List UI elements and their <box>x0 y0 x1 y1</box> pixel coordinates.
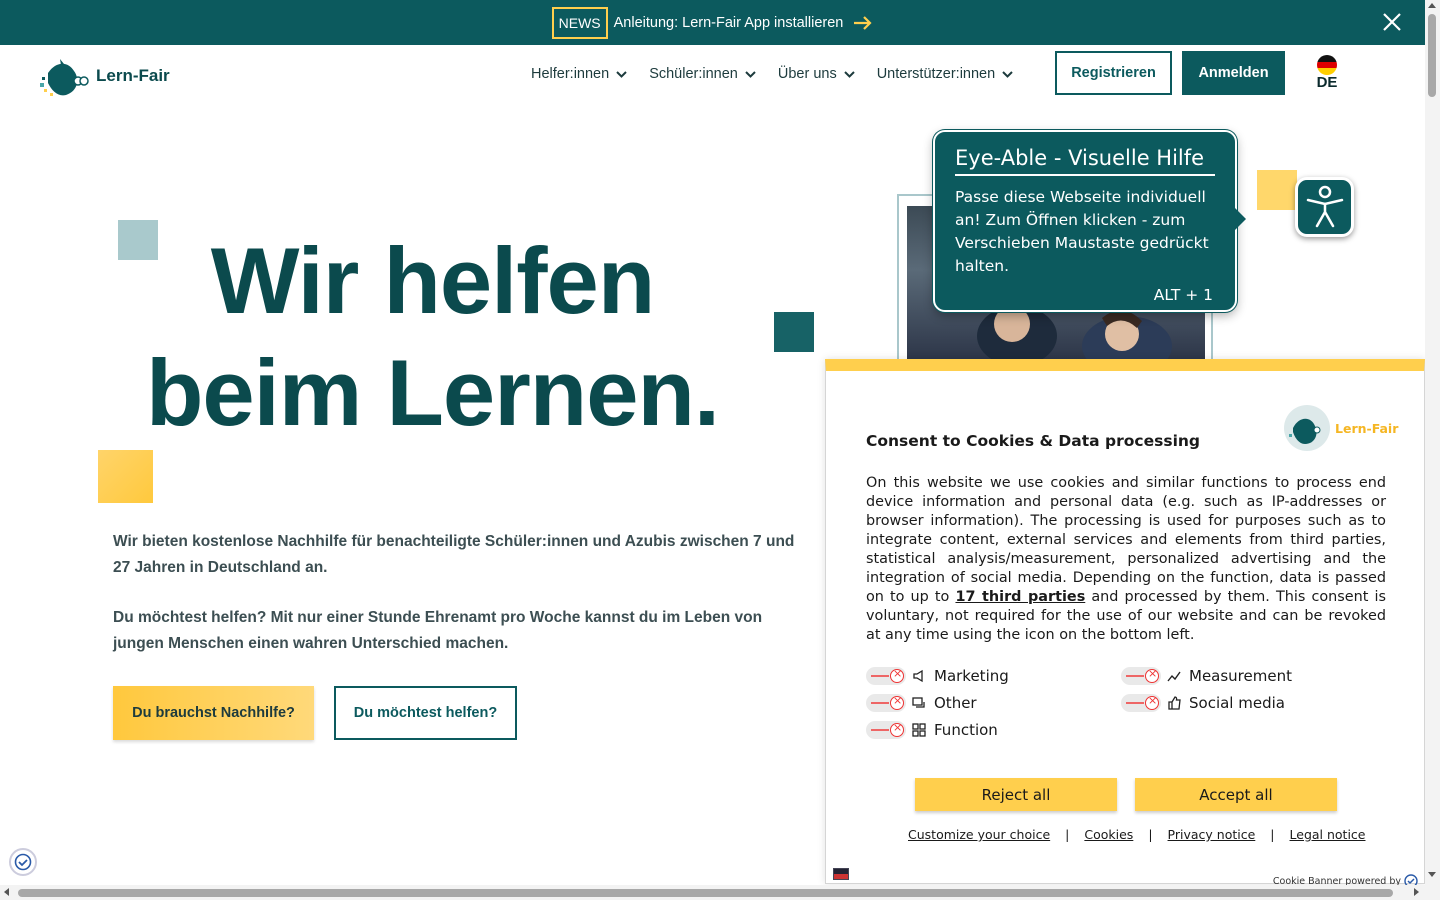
german-flag-icon <box>1317 55 1337 75</box>
accept-all-button[interactable]: Accept all <box>1135 778 1337 811</box>
link-separator: | <box>1270 827 1275 842</box>
reject-all-button[interactable]: Reject all <box>915 778 1117 811</box>
scroll-down-arrow-icon[interactable] <box>1428 872 1436 877</box>
nav-schueler[interactable]: Schüler:innen <box>649 66 756 82</box>
news-bar: NEWS Anleitung: Lern-Fair App installier… <box>0 0 1425 45</box>
news-badge: NEWS <box>551 6 608 39</box>
nav-unterstuetzer[interactable]: Unterstützer:innen <box>877 66 1013 82</box>
option-social-media[interactable]: Social media <box>1121 694 1285 712</box>
nav-ueber-uns[interactable]: Über uns <box>778 66 855 82</box>
chevron-down-icon <box>1002 70 1013 78</box>
link-separator: | <box>1065 827 1070 842</box>
scroll-right-arrow-icon[interactable] <box>1414 888 1419 896</box>
brand-logo[interactable]: Lern-Fair <box>38 53 170 99</box>
horizontal-scrollbar[interactable] <box>0 885 1425 900</box>
option-label: Marketing <box>934 667 1009 685</box>
login-button[interactable]: Anmelden <box>1182 51 1285 95</box>
option-label: Measurement <box>1189 667 1292 685</box>
option-label: Other <box>934 694 977 712</box>
grid-icon <box>912 723 926 737</box>
thumbs-up-icon <box>1168 696 1181 710</box>
other-toggle[interactable] <box>866 694 906 712</box>
eyeable-title: Eye-Able - Visuelle Hilfe <box>955 146 1215 176</box>
hero-heading-line: Wir helfen <box>210 228 656 333</box>
chart-line-icon <box>1167 671 1181 682</box>
vertical-scroll-thumb[interactable] <box>1428 14 1436 97</box>
chevron-down-icon <box>616 70 627 78</box>
chat-bubbles-icon <box>912 697 925 708</box>
horizontal-scroll-thumb[interactable] <box>18 889 1393 897</box>
consent-settings-button[interactable] <box>9 848 37 876</box>
link-separator: | <box>1148 827 1153 842</box>
arrow-right-icon[interactable] <box>853 15 873 31</box>
consent-title: Consent to Cookies & Data processing <box>866 432 1201 450</box>
cookies-link[interactable]: Cookies <box>1084 827 1133 842</box>
option-other[interactable]: Other <box>866 694 977 712</box>
privacy-notice-link[interactable]: Privacy notice <box>1168 827 1256 842</box>
consent-brand-logo: Lern-Fair <box>1283 404 1398 452</box>
main-nav: Helfer:innen Schüler:innen Über uns Unte… <box>531 66 1035 82</box>
third-parties-link[interactable]: 17 third parties <box>955 589 1085 605</box>
accessibility-person-icon <box>1306 185 1343 228</box>
lern-fair-bird-icon <box>1284 405 1330 451</box>
consent-text: On this website we use cookies and simil… <box>866 474 1386 645</box>
language-switcher[interactable]: DE <box>1316 55 1338 91</box>
megaphone-icon <box>913 669 923 683</box>
nav-label: Über uns <box>777 66 837 82</box>
register-button[interactable]: Registrieren <box>1055 51 1172 95</box>
hero-heading-line: beim Lernen. <box>145 340 720 445</box>
need-tutoring-button[interactable]: Du brauchst Nachhilfe? <box>113 686 314 740</box>
language-flag-icon[interactable] <box>833 868 849 880</box>
eyeable-shortcut: ALT + 1 <box>1153 286 1213 304</box>
nav-helfer[interactable]: Helfer:innen <box>531 66 627 82</box>
hero-intro: Wir bieten kostenlose Nachhilfe für bena… <box>113 533 795 576</box>
site-header: Lern-Fair Helfer:innen Schüler:innen Übe… <box>0 45 1425 105</box>
news-link[interactable]: Anleitung: Lern-Fair App installieren <box>614 15 844 31</box>
scroll-left-arrow-icon[interactable] <box>4 888 9 896</box>
vertical-scrollbar[interactable] <box>1425 0 1440 900</box>
decor-square <box>98 450 153 503</box>
consent-links: Customize your choice | Cookies | Privac… <box>908 827 1366 842</box>
cookie-consent-dialog: Lern-Fair Consent to Cookies & Data proc… <box>825 359 1425 888</box>
brand-name: Lern-Fair <box>96 66 170 85</box>
hero-volunteer-text: Du möchtest helfen? Mit nur einer Stunde… <box>113 609 763 652</box>
decor-square <box>1257 170 1297 210</box>
option-marketing[interactable]: Marketing <box>866 667 1009 685</box>
customize-link[interactable]: Customize your choice <box>908 827 1050 842</box>
option-function[interactable]: Function <box>866 721 998 739</box>
accessibility-button[interactable] <box>1295 177 1354 237</box>
decor-square <box>774 312 814 352</box>
want-to-help-button[interactable]: Du möchtest helfen? <box>334 686 517 740</box>
close-icon[interactable] <box>1381 11 1403 33</box>
nav-label: Schüler:innen <box>649 66 738 82</box>
chevron-down-icon <box>843 70 855 78</box>
chevron-down-icon <box>745 70 756 78</box>
nav-label: Unterstützer:innen <box>876 66 996 82</box>
consent-text-part: On this website we use cookies and simil… <box>866 475 1386 605</box>
tooltip-tail <box>1235 208 1246 230</box>
shield-check-icon <box>14 853 32 871</box>
consent-brand-name: Lern-Fair <box>1335 420 1399 436</box>
option-label: Function <box>934 721 998 739</box>
option-measurement[interactable]: Measurement <box>1121 667 1292 685</box>
function-toggle[interactable] <box>866 721 906 739</box>
option-label: Social media <box>1189 694 1285 712</box>
language-code: DE <box>1316 74 1338 91</box>
scroll-up-arrow-icon[interactable] <box>1428 3 1436 8</box>
legal-notice-link[interactable]: Legal notice <box>1290 827 1366 842</box>
lern-fair-bird-icon <box>40 59 89 96</box>
marketing-toggle[interactable] <box>866 667 906 685</box>
eyeable-tooltip[interactable]: Eye-Able - Visuelle Hilfe Passe diese We… <box>933 130 1246 312</box>
hero-heading: Wir helfen beim Lernen. <box>140 225 725 449</box>
eyeable-body: Passe diese Webseite individuell an! Zum… <box>955 188 1209 275</box>
measurement-toggle[interactable] <box>1121 667 1161 685</box>
social-media-toggle[interactable] <box>1121 694 1161 712</box>
nav-label: Helfer:innen <box>531 66 610 82</box>
